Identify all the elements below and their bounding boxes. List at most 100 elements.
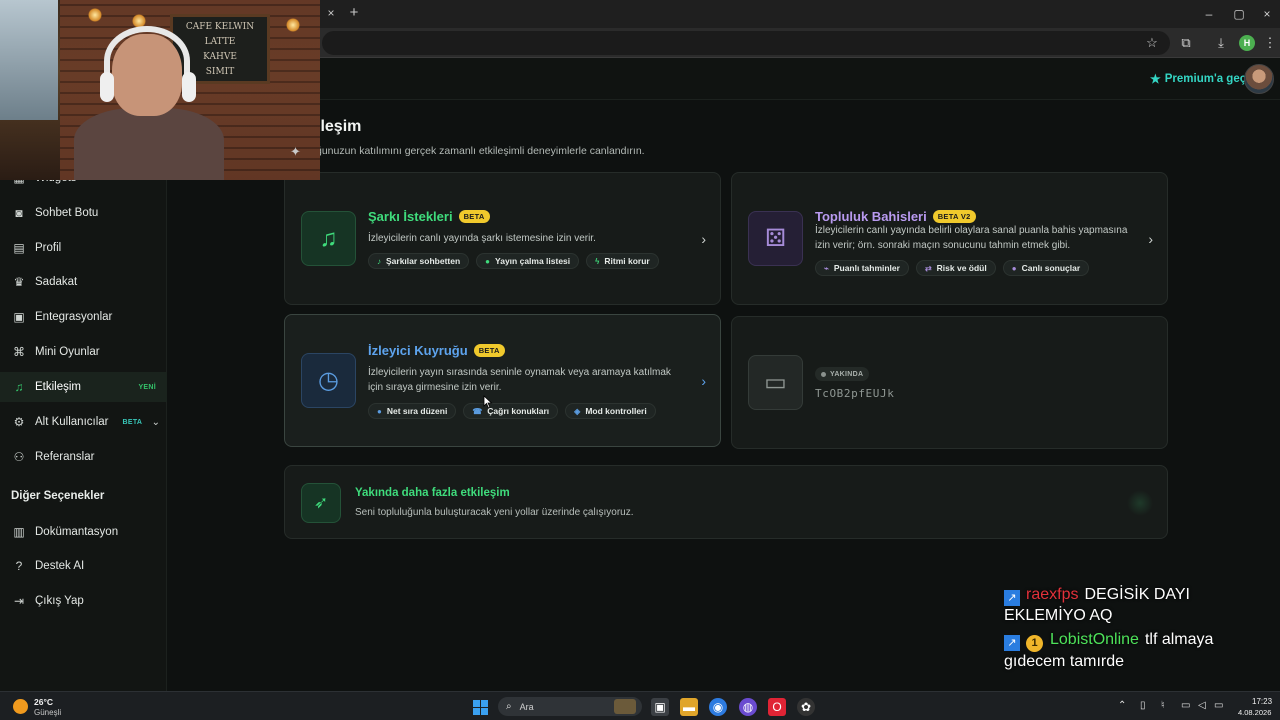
feature-chip: ⌁ Puanlı tahminler [815,260,909,276]
dice-icon: ⚄ [748,211,803,266]
clock-time[interactable]: 17:23 [1252,697,1272,706]
help-icon: ? [15,559,23,573]
maximize-icon[interactable]: ▢ [1224,4,1254,24]
card-title: Topluluk Bahisleri BETA V2 [815,209,976,224]
community-bets-card[interactable]: ⚄ Topluluk Bahisleri BETA V2 İzleyiciler… [731,172,1168,305]
taskbar-search[interactable]: ⌕ Ara [498,697,642,716]
shield-icon: ◈ [574,406,581,416]
premium-button[interactable]: ★ Premium'a geç [1150,71,1246,87]
feature-chip: ⇄ Risk ve ödül [915,260,996,276]
sidebar-item-support-ai[interactable]: ? Destek AI [0,551,167,581]
sidebar-item-label: Sadakat [35,276,78,288]
download-icon[interactable]: ⤓ [1212,34,1230,52]
chrome-icon[interactable]: ◉ [709,698,727,716]
address-input[interactable] [322,31,1170,55]
sun-icon[interactable] [13,699,28,714]
lamp-icon [286,18,300,32]
star-icon: ★ [1150,72,1161,86]
chevron-right-icon[interactable]: › [701,231,706,247]
sidebar-item-integrations[interactable]: ▣ Entegrasyonlar [0,302,167,332]
tab-close-icon[interactable]: × [324,6,338,20]
more-description: Seni topluluğunla buluşturacak yeni yoll… [355,507,634,518]
trophy-icon: ♛ [13,275,25,289]
chevron-up-icon[interactable]: ⌃ [1118,700,1126,711]
coins-icon: ● [1011,263,1017,273]
chevron-down-icon[interactable]: ⌄ [152,417,160,428]
messenger-icon[interactable]: ◍ [739,698,757,716]
chevron-right-icon[interactable]: › [701,373,706,389]
chevron-right-icon[interactable]: › [1148,231,1153,247]
sidebar-item-label: Dokümantasyon [35,526,119,538]
task-view-icon[interactable]: ▣ [651,698,669,716]
music-icon: ♫ [14,380,24,394]
display-icon[interactable]: ▭ [1181,700,1190,711]
feature-chip: ● Canlı sonuçlar [1002,260,1090,276]
premium-label: Premium'a geç [1164,73,1247,85]
sidebar-item-loyalty[interactable]: ♛ Sadakat [0,267,167,297]
chart-icon: ⌁ [824,263,829,273]
volume-icon[interactable]: ◁ [1198,700,1206,711]
card-title: Şarkı İstekleri BETA [368,209,490,224]
plug-icon: ▣ [13,310,25,324]
windows-start-icon[interactable] [471,698,489,716]
chip-label: Yayın çalma listesi [495,256,571,266]
extensions-icon[interactable]: ⧉ [1177,34,1195,52]
feature-chips: ● Net sıra düzeni ☎ Çağrı konukları ◈ Mod k… [368,403,656,419]
headphone-ear [182,72,196,102]
search-icon: ⌕ [506,701,512,712]
weather-desc[interactable]: Güneşli [34,708,61,717]
feature-chips: ⌁ Puanlı tahminler ⇄ Risk ve ödül ● Canlı s… [815,260,1090,276]
ticket-icon: ▭ [748,355,803,410]
logout-icon: ⇥ [13,594,25,608]
sparkle-icon: ✦ [290,144,301,159]
clock-date[interactable]: 4.08.2026 [1238,708,1271,717]
user-avatar[interactable] [1244,64,1274,94]
card-title-text: Şarkı İstekleri [368,209,453,224]
sidebar-item-label: Entegrasyonlar [35,311,113,323]
sidebar-item-mini-games[interactable]: ⌘ Mini Oyunlar [0,337,167,367]
sidebar-item-label: Mini Oyunlar [35,346,100,358]
song-requests-card[interactable]: ♫ Şarkı İstekleri BETA İzleyicilerin can… [284,172,721,305]
sidebar-item-logout[interactable]: ⇥ Çıkış Yap [0,586,167,616]
glow-decoration [1127,490,1153,516]
users-icon: ● [377,406,382,416]
sidebar-item-chatbot[interactable]: ◙ Sohbet Botu [0,198,167,228]
viewer-queue-card[interactable]: ◷ İzleyici Kuyruğu BETA İzleyicilerin ya… [284,314,721,447]
streamer-body [74,108,224,180]
dot-icon [821,371,826,377]
new-tab-icon[interactable]: + [346,5,362,21]
user-group-icon: ⚇ [13,450,25,464]
battery-icon[interactable]: ▭ [1214,700,1223,711]
microphone-icon[interactable]: ♮ [1161,700,1165,711]
page-title: ileşim [316,118,362,135]
opera-icon[interactable]: O [768,698,786,716]
weather-temp[interactable]: 26°C [34,697,53,707]
card-title-text: İzleyici Kuyruğu [368,343,468,358]
sidebar: ▦ Widgets ◙ Sohbet Botu ▤ Profil ♛ Sadak… [0,100,167,691]
minimize-icon[interactable]: – [1194,4,1224,24]
bookmark-star-icon[interactable]: ☆ [1143,34,1161,52]
window-close-icon[interactable]: × [1252,4,1280,24]
sidebar-item-interaction[interactable]: ♫ Etkileşim YENİ [0,372,167,402]
sidebar-item-sub-users[interactable]: ⚙ Alt Kullanıcılar BETA ⌄ [0,407,167,437]
music-note-icon: ♫ [301,211,356,266]
chip-label: Canlı sonuçlar [1021,263,1081,273]
phone-icon: ☎ [472,406,483,416]
usb-icon[interactable]: ▯ [1140,700,1146,711]
book-icon: ▥ [13,525,25,539]
more-title: Yakında daha fazla etkileşim [355,487,510,499]
browser-profile-avatar[interactable]: H [1239,35,1255,51]
sidebar-item-profile[interactable]: ▤ Profil [0,233,167,263]
feature-chip: ● Net sıra düzeni [368,403,457,419]
sidebar-item-label: Alt Kullanıcılar [35,416,109,428]
bolt-icon: ϟ [595,256,600,266]
sidebar-item-docs[interactable]: ▥ Dokümantasyon [0,517,167,547]
headphones [104,26,190,96]
sidebar-item-referrals[interactable]: ⚇ Referanslar [0,442,167,472]
browser-menu-icon[interactable]: ⋮ [1261,34,1279,52]
app-icon[interactable]: ✿ [797,698,815,716]
windows-taskbar: 26°C Güneşli ⌕ Ara ▣ ▬ ◉ ◍ O ✿ ⌃ ▯ ♮ ▭ ◁… [0,691,1280,720]
coming-soon-badge: YAKINDA [815,367,870,381]
feature-chip: ◈ Mod kontrolleri [565,403,656,419]
file-explorer-icon[interactable]: ▬ [680,698,698,716]
